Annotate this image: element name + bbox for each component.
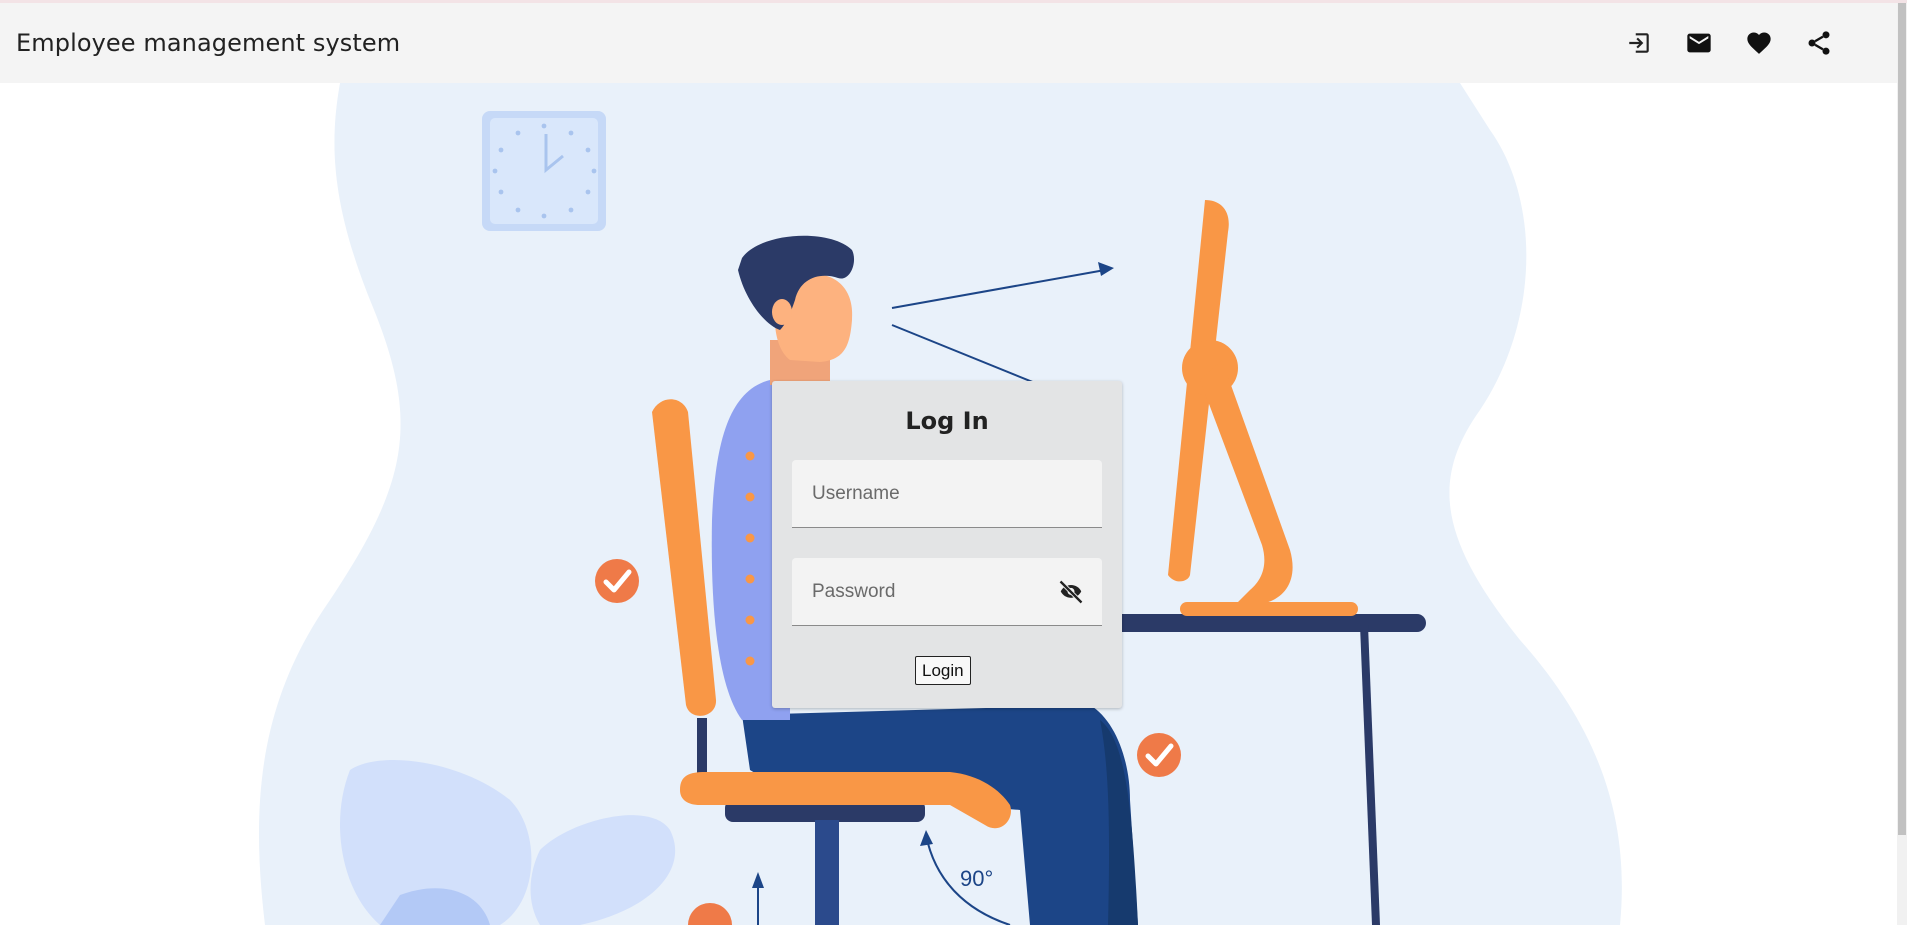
mail-icon-button[interactable] bbox=[1681, 25, 1717, 61]
svg-text:90°: 90° bbox=[960, 866, 993, 891]
heart-icon bbox=[1747, 32, 1771, 54]
toolbar-actions bbox=[1621, 25, 1837, 61]
app-title: Employee management system bbox=[16, 29, 401, 57]
login-icon-button[interactable] bbox=[1621, 25, 1657, 61]
mail-icon bbox=[1687, 33, 1711, 53]
app-bar: Employee management system bbox=[0, 3, 1897, 83]
login-card: Log In Login bbox=[772, 381, 1122, 708]
share-icon bbox=[1808, 31, 1830, 55]
username-field[interactable] bbox=[792, 460, 1102, 528]
scrollbar-thumb[interactable] bbox=[1898, 3, 1906, 835]
wall-clock bbox=[482, 111, 606, 231]
login-icon bbox=[1629, 33, 1649, 53]
visibility-off-icon[interactable] bbox=[1056, 578, 1086, 606]
login-button[interactable]: Login bbox=[915, 656, 971, 685]
heart-icon-button[interactable] bbox=[1741, 25, 1777, 61]
vertical-scrollbar[interactable] bbox=[1897, 3, 1907, 925]
check-badge bbox=[595, 559, 639, 603]
password-field[interactable] bbox=[792, 558, 1102, 626]
login-title: Log In bbox=[905, 407, 989, 435]
check-badge bbox=[1137, 733, 1181, 777]
username-input[interactable] bbox=[792, 460, 1102, 527]
share-icon-button[interactable] bbox=[1801, 25, 1837, 61]
